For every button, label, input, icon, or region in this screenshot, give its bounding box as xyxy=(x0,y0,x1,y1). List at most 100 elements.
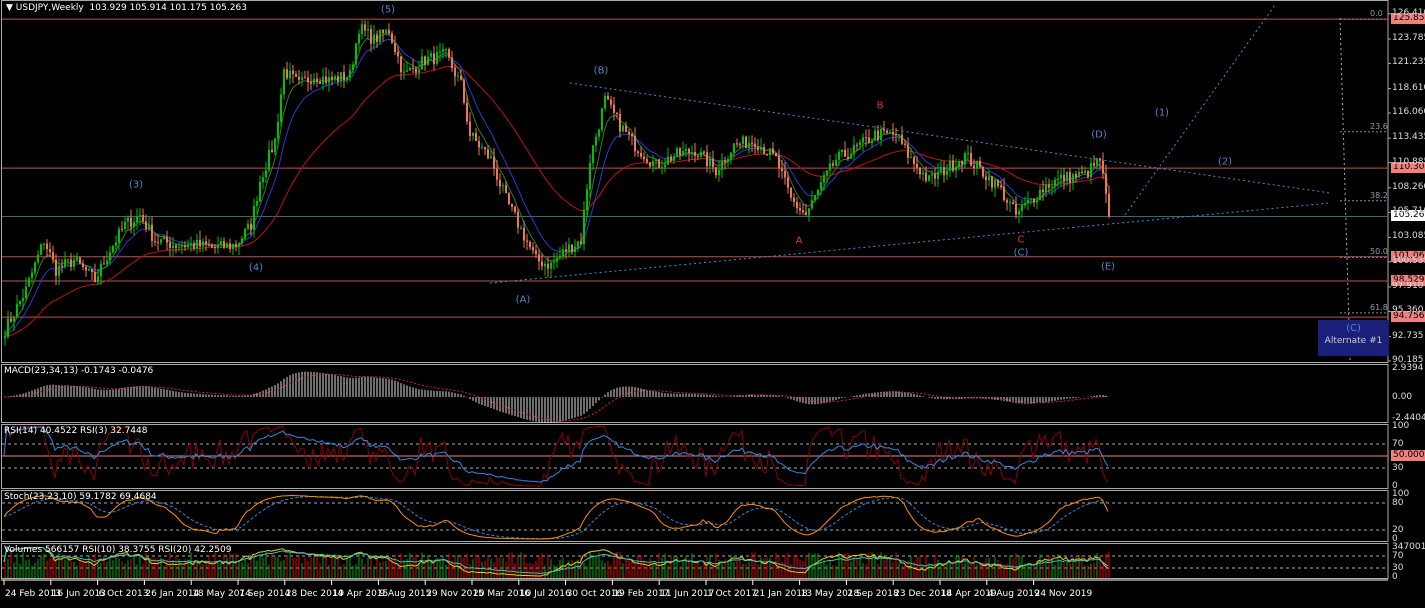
candle-body xyxy=(1084,170,1086,174)
candle-body xyxy=(1051,186,1053,188)
candle-body xyxy=(559,255,561,259)
candle-body xyxy=(862,137,864,143)
candle-body xyxy=(679,148,681,156)
candle-body xyxy=(220,241,222,245)
candle-body xyxy=(349,69,351,78)
candle-body xyxy=(631,134,633,136)
candle-body xyxy=(670,156,672,161)
date-label: 6 Oct 2013 xyxy=(98,589,149,599)
candle-body xyxy=(577,241,579,247)
candle-body xyxy=(646,159,648,163)
price-chart[interactable] xyxy=(0,0,1425,608)
candle-body xyxy=(97,276,99,283)
candle-body xyxy=(484,147,486,150)
candle-body xyxy=(772,148,774,154)
candle-body xyxy=(790,187,792,198)
candle-body xyxy=(748,142,750,149)
chart-title: ▼ USDJPY,Weekly 103.929 105.914 101.175 … xyxy=(6,3,247,13)
candle-body xyxy=(586,189,588,211)
candle-body xyxy=(781,168,783,171)
candle-body xyxy=(1087,170,1089,178)
candle-body xyxy=(889,131,891,133)
fib-label: 61.8 xyxy=(1370,302,1388,312)
candle-body xyxy=(985,176,987,181)
candle-body xyxy=(52,252,54,260)
candle-body xyxy=(745,136,747,149)
candle-body xyxy=(823,175,825,183)
date-label: 9 Aug 2015 xyxy=(379,589,432,599)
candle-body xyxy=(235,244,237,247)
wave-label: A xyxy=(795,235,803,247)
panel-frame xyxy=(1,490,1389,542)
candle-body xyxy=(157,241,159,243)
candle-body xyxy=(697,155,699,157)
candle-body xyxy=(652,161,654,167)
candle-body xyxy=(787,177,789,188)
candle-body xyxy=(496,168,498,180)
candle-body xyxy=(514,206,516,213)
candle-body xyxy=(112,245,114,253)
fib-label: 50.0 xyxy=(1370,247,1388,257)
candle-body xyxy=(517,212,519,228)
candle-body xyxy=(409,68,411,71)
candle-body xyxy=(247,223,249,229)
candle-body xyxy=(922,172,924,175)
candle-body xyxy=(886,130,888,133)
wave-label: (2) xyxy=(1217,156,1233,168)
candle-body xyxy=(403,71,405,73)
rsi-value-tag: 50.0000 xyxy=(1391,450,1425,461)
candle-body xyxy=(571,244,573,253)
price-axis-label: 100.535 xyxy=(1392,255,1425,266)
candle-body xyxy=(607,95,609,100)
candle-body xyxy=(46,243,48,250)
candle-body xyxy=(547,263,549,269)
wave-label: (D) xyxy=(1091,129,1107,141)
candle-body xyxy=(292,70,294,74)
candle-body xyxy=(964,153,966,165)
candle-body xyxy=(106,260,108,265)
candle-body xyxy=(1003,186,1005,201)
candle-body xyxy=(520,227,522,229)
fib-label: 23.6 xyxy=(1370,121,1388,131)
candle-body xyxy=(616,112,618,114)
candle-body xyxy=(907,144,909,158)
candle-body xyxy=(121,228,123,230)
candle-body xyxy=(694,151,696,156)
candle-body xyxy=(535,250,537,255)
candle-body xyxy=(808,208,810,216)
candle-body xyxy=(259,181,261,202)
candle-body xyxy=(406,70,408,72)
candle-body xyxy=(493,156,495,169)
rsi-label: RSI(14) 40.4522 RSI(3) 32.7448 xyxy=(4,426,148,436)
candle-body xyxy=(490,156,492,159)
candle-body xyxy=(280,94,282,122)
candle-body xyxy=(49,249,51,253)
candle-body xyxy=(244,228,246,239)
sub-axis-label: 2.9394 xyxy=(1392,363,1424,373)
candle-body xyxy=(67,259,69,261)
candle-body xyxy=(148,224,150,230)
sub-axis-label: 70 xyxy=(1392,551,1404,561)
candle-body xyxy=(217,244,219,248)
candle-body xyxy=(184,245,186,248)
candle-body xyxy=(250,223,252,230)
candle-body xyxy=(103,263,105,265)
candle-body xyxy=(298,76,300,80)
candle-body xyxy=(427,56,429,65)
candle-body xyxy=(850,153,852,159)
candle-body xyxy=(721,160,723,170)
candle-body xyxy=(115,242,117,246)
candle-body xyxy=(418,69,420,73)
candle-body xyxy=(682,150,684,156)
candle-body xyxy=(775,153,777,157)
candle-body xyxy=(805,212,807,216)
candle-body xyxy=(625,125,627,132)
candle-body xyxy=(1057,178,1059,181)
candle-body xyxy=(736,143,738,145)
candle-body xyxy=(274,138,276,153)
candle-body xyxy=(361,24,363,35)
candle-body xyxy=(574,246,576,253)
candle-body xyxy=(784,170,786,178)
candle-body xyxy=(811,200,813,209)
sub-axis-label: 30 xyxy=(1392,463,1404,473)
